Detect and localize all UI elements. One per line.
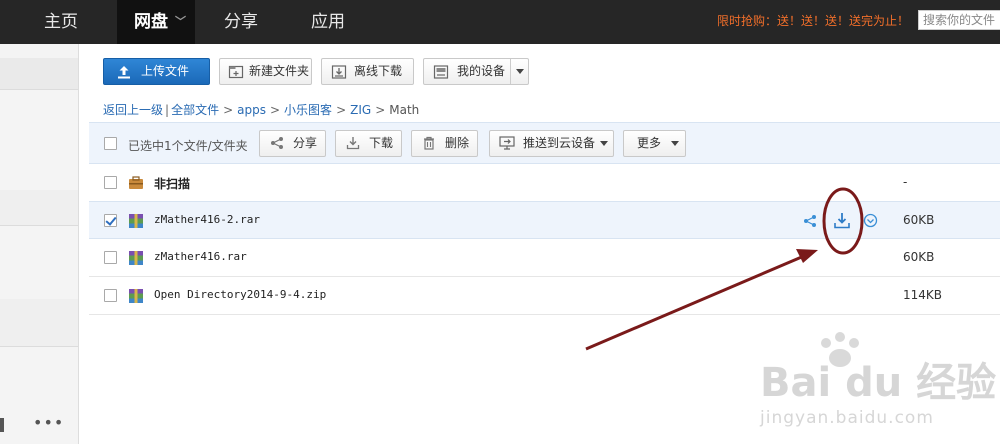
file-row[interactable]: Open Directory2014-9-4.zip 114KB xyxy=(89,277,1000,315)
left-sidebar: ••• xyxy=(0,44,79,444)
download-button[interactable]: 下载 xyxy=(335,130,402,157)
archive-icon xyxy=(129,289,143,303)
device-icon xyxy=(433,65,449,79)
download-icon[interactable] xyxy=(833,212,851,229)
upload-button[interactable]: 上传文件 xyxy=(103,58,210,85)
share-label: 分享 xyxy=(293,136,318,150)
download-icon xyxy=(346,137,360,150)
breadcrumb-zig[interactable]: ZIG xyxy=(350,103,371,117)
nav-share[interactable]: 分享 xyxy=(224,0,258,44)
breadcrumb-apps[interactable]: apps xyxy=(237,103,266,117)
divider xyxy=(510,59,511,84)
sidebar-band[interactable] xyxy=(0,299,78,347)
offline-download-button[interactable]: 离线下载 xyxy=(321,58,414,85)
file-size: 60KB xyxy=(903,213,935,227)
nav-apps[interactable]: 应用 xyxy=(311,0,345,44)
new-folder-icon xyxy=(228,65,244,79)
breadcrumb-xiaole[interactable]: 小乐图客 xyxy=(284,103,332,117)
file-name[interactable]: 非扫描 xyxy=(154,175,190,192)
share-icon xyxy=(271,137,283,149)
select-all-checkbox[interactable] xyxy=(104,137,117,150)
file-name[interactable]: zMather416.rar xyxy=(154,250,247,263)
archive-icon xyxy=(129,214,143,228)
push-to-device-button[interactable]: 推送到云设备 xyxy=(489,130,614,157)
my-devices-label: 我的设备 xyxy=(457,64,506,78)
push-to-device-label: 推送到云设备 xyxy=(523,136,596,150)
nav-netdisk-label: 网盘 xyxy=(134,12,168,32)
breadcrumb-back[interactable]: 返回上一级 xyxy=(103,103,163,117)
caret-down-icon xyxy=(600,141,608,146)
delete-label: 删除 xyxy=(445,136,470,150)
breadcrumb-all-files[interactable]: 全部文件 xyxy=(171,103,219,117)
download-label: 下载 xyxy=(369,136,394,150)
share-button[interactable]: 分享 xyxy=(259,130,326,157)
new-folder-label: 新建文件夹 xyxy=(249,64,310,78)
nav-netdisk[interactable]: 网盘 ﹀ xyxy=(117,0,195,44)
upload-icon xyxy=(118,66,130,79)
caret-down-icon xyxy=(516,69,524,74)
breadcrumb: 返回上一级 | 全部文件 > apps > 小乐图客 > ZIG > Math xyxy=(103,103,420,117)
file-row[interactable]: zMather416-2.rar 60KB xyxy=(89,201,1000,239)
nav-share-label: 分享 xyxy=(224,12,258,32)
row-checkbox[interactable] xyxy=(104,289,117,302)
file-row[interactable]: zMather416.rar 60KB xyxy=(89,239,1000,277)
file-size: 114KB xyxy=(903,288,943,302)
nav-home-label: 主页 xyxy=(44,12,78,32)
delete-button[interactable]: 删除 xyxy=(411,130,478,157)
selection-bar: 已选中1个文件/文件夹 分享 下载 删除 推送到云设备 更多 xyxy=(89,122,1000,164)
upload-label: 上传文件 xyxy=(141,64,190,78)
breadcrumb-current: Math xyxy=(389,103,420,117)
file-name[interactable]: zMather416-2.rar xyxy=(154,213,260,226)
sidebar-band[interactable] xyxy=(0,58,78,90)
caret-down-icon xyxy=(671,141,679,146)
top-nav-bar: 主页 网盘 ﹀ 分享 应用 限时抢购：送！送！送！送完为止！ 搜索你的文件 xyxy=(0,0,1000,44)
trash-icon xyxy=(424,136,434,150)
more-dots-icon[interactable]: ••• xyxy=(33,413,64,432)
my-devices-button[interactable]: 我的设备 xyxy=(423,58,529,85)
file-size: - xyxy=(903,175,908,189)
offline-download-icon xyxy=(331,65,347,79)
more-circle-icon[interactable] xyxy=(863,213,878,228)
share-icon[interactable] xyxy=(803,214,817,228)
file-name[interactable]: Open Directory2014-9-4.zip xyxy=(154,288,326,301)
nav-home[interactable]: 主页 xyxy=(44,0,78,44)
row-checkbox[interactable] xyxy=(104,214,117,227)
folder-icon xyxy=(129,176,143,189)
promo-link[interactable]: 限时抢购：送！送！送！送完为止！ xyxy=(717,12,909,29)
row-checkbox[interactable] xyxy=(104,251,117,264)
more-label: 更多 xyxy=(637,136,662,150)
sidebar-edge-icon xyxy=(0,418,4,432)
file-row[interactable]: 非扫描 - xyxy=(89,164,1000,202)
file-size: 60KB xyxy=(903,250,935,264)
push-device-icon xyxy=(499,136,515,150)
watermark-url: jingyan.baidu.com xyxy=(760,408,934,428)
watermark-brand: Bai du 经验 xyxy=(760,360,997,406)
chevron-down-icon: ﹀ xyxy=(175,15,186,28)
nav-apps-label: 应用 xyxy=(311,12,345,32)
watermark: Bai du 经验 jingyan.baidu.com xyxy=(760,350,996,428)
search-input[interactable]: 搜索你的文件 xyxy=(918,10,1000,30)
sidebar-band[interactable] xyxy=(0,190,78,226)
new-folder-button[interactable]: 新建文件夹 xyxy=(219,58,312,85)
offline-download-label: 离线下载 xyxy=(354,64,403,78)
row-checkbox[interactable] xyxy=(104,176,117,189)
more-button[interactable]: 更多 xyxy=(623,130,686,157)
selection-count-text: 已选中1个文件/文件夹 xyxy=(128,139,248,153)
archive-icon xyxy=(129,251,143,265)
